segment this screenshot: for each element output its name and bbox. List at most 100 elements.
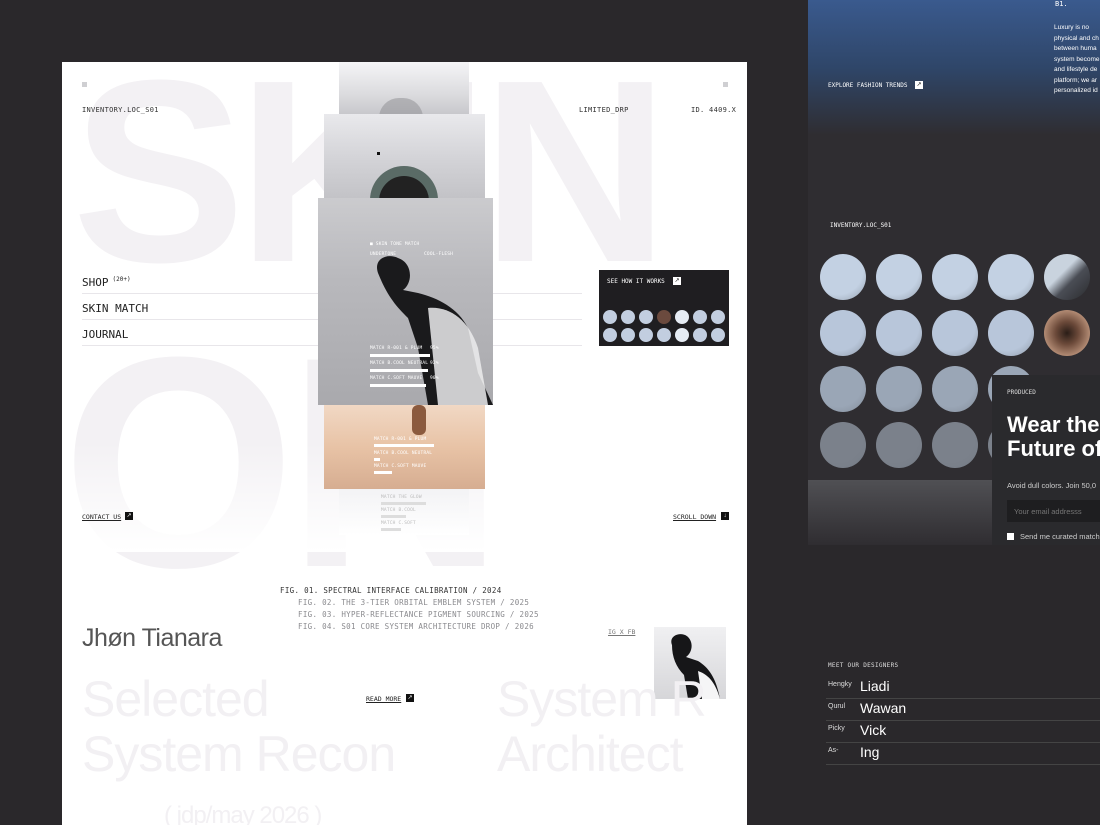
swatch-dot[interactable] (639, 310, 653, 324)
swatch-dot[interactable] (639, 328, 653, 342)
swatch-dot[interactable] (603, 328, 617, 342)
fig-01[interactable]: FIG. 01. SPECTRAL INTERFACE CALIBRATION … (280, 586, 502, 595)
swatch-circle[interactable] (876, 366, 922, 412)
designer-row[interactable]: Hengky Liadi (826, 677, 1100, 699)
read-more-link[interactable]: READ MORE (366, 695, 401, 703)
model-silhouette (377, 256, 493, 405)
author-name: Jhøn Tianara (82, 624, 222, 652)
swatch-dot[interactable] (657, 328, 671, 342)
faint-row-2-label: MATCH B.COOL (381, 508, 416, 513)
swatch-circle[interactable] (820, 422, 866, 468)
designer-first-name: Picky (828, 725, 845, 732)
swatch-circle[interactable] (1044, 254, 1090, 300)
explore-arrow-icon[interactable]: ↗ (915, 81, 923, 89)
swatch-circle[interactable] (820, 254, 866, 300)
swatch-circle[interactable] (932, 422, 978, 468)
how-it-works-card[interactable]: SEE HOW IT WORKS ↗ (599, 270, 729, 346)
signup-headline: Wear the Future of (1007, 413, 1100, 461)
main-page: SKIN ON INVENTORY.LOC_S01 LIMITED_DRP ID… (62, 62, 747, 825)
swatch-circle[interactable] (932, 366, 978, 412)
swatch-circle[interactable] (988, 310, 1034, 356)
match-row-2-pct: 92% (430, 361, 439, 366)
warm-row-3-bar (374, 471, 392, 474)
signup-subtext: Avoid dull colors. Join 50,0 (1007, 481, 1097, 490)
match-row-1-pct: 95% (430, 346, 439, 351)
photo-strip-2 (324, 114, 485, 200)
swatch-circle[interactable] (932, 310, 978, 356)
warm-row-2-bar (374, 458, 380, 461)
faint-row-3-bar (381, 528, 401, 531)
warm-row-3-label: MATCH C.SOFT MAUVE (374, 464, 427, 469)
swatch-circle[interactable] (820, 366, 866, 412)
signup-card-tag: PRODUCED (1007, 389, 1036, 396)
meta-id: ID. 4409.X (691, 106, 737, 114)
ghost-left-line-2: System Recon (82, 726, 396, 782)
arrow-icon: ↗ (673, 277, 681, 285)
scroll-down-link[interactable]: SCROLL DOWN (673, 513, 716, 521)
meta-inventory: INVENTORY.LOC_S01 (82, 106, 159, 114)
fig-03[interactable]: FIG. 03. HYPER-REFLECTANCE PIGMENT SOURC… (298, 610, 539, 619)
explore-trends-link[interactable]: EXPLORE FASHION TRENDS (828, 82, 907, 89)
meta-limited: LIMITED_DRP (579, 106, 629, 114)
social-links[interactable]: IG X FB (608, 628, 635, 636)
warm-row-1-bar (374, 444, 434, 447)
faint-row-2-bar (381, 515, 406, 518)
swatch-circle[interactable] (820, 310, 866, 356)
faint-row-3-label: MATCH C.SOFT (381, 521, 416, 526)
right-paragraph-line: between huma (1054, 45, 1097, 52)
right-paragraph-line: Luxury is no (1054, 24, 1090, 31)
swatch-dot[interactable] (657, 310, 671, 324)
swatch-dot[interactable] (621, 310, 635, 324)
swatch-circle[interactable] (876, 254, 922, 300)
match-row-2-bar (370, 369, 428, 372)
scroll-down-icon[interactable]: ↓ (721, 512, 729, 520)
nav-shop-label: SHOP (82, 276, 109, 289)
warm-row-2-label: MATCH B.COOL NEUTRAL (374, 451, 433, 456)
curated-match-label: Send me curated match (1020, 532, 1100, 541)
swatch-dot[interactable] (693, 310, 707, 324)
fig-04[interactable]: FIG. 04. S01 CORE SYSTEM ARCHITECTURE DR… (298, 622, 534, 631)
swatch-circle[interactable] (988, 254, 1034, 300)
faint-row-1-label: MATCH THE GLOW (381, 495, 422, 500)
contact-arrow-icon[interactable]: ↗ (125, 512, 133, 520)
right-paragraph-line: and lifestyle de (1054, 66, 1098, 73)
ghost-right-line-2: Architect (497, 726, 684, 782)
designer-last-name: Liadi (860, 678, 890, 694)
ghost-left-line-1: Selected (82, 671, 270, 727)
designer-last-name: Ing (860, 744, 880, 760)
swatch-dot[interactable] (711, 310, 725, 324)
designer-row[interactable]: As- Ing (826, 743, 1100, 765)
nav-shop-count: (20+) (112, 276, 131, 283)
swatch-circle[interactable] (1044, 310, 1090, 356)
swatch-circle[interactable] (876, 422, 922, 468)
faint-photo-card: MATCH THE GLOW MATCH B.COOL MATCH C.SOFT (339, 489, 469, 535)
swatch-circle[interactable] (932, 254, 978, 300)
designer-first-name: Hengky (828, 681, 852, 688)
match-row-3-pct: 90% (430, 376, 439, 381)
email-field[interactable] (1007, 500, 1100, 522)
right-paragraph-line: platform; we ar (1054, 76, 1097, 84)
right-inventory-label: INVENTORY.LOC_S01 (830, 222, 892, 229)
swatch-dot[interactable] (693, 328, 707, 342)
designer-row[interactable]: Qurul Wawan (826, 699, 1100, 721)
skin-tone-card[interactable]: ■ SKIN TONE MATCH UNDERTONE COOL-FLESH M… (318, 198, 493, 405)
swatch-dot[interactable] (675, 328, 689, 342)
contact-us-link[interactable]: CONTACT US (82, 513, 121, 521)
designers-title: MEET OUR DESIGNERS (828, 662, 899, 669)
card-header: ■ SKIN TONE MATCH (370, 242, 420, 247)
fig-02[interactable]: FIG. 02. THE 3-TIER ORBITAL EMBLEM SYSTE… (298, 598, 529, 607)
swatch-dot[interactable] (711, 328, 725, 342)
read-more-arrow-icon[interactable]: ↗ (406, 694, 414, 702)
swatch-dot[interactable] (621, 328, 635, 342)
swatch-dot[interactable] (603, 310, 617, 324)
swatch-circle[interactable] (876, 310, 922, 356)
right-paragraph-line: system become (1054, 55, 1100, 63)
designer-last-name: Wawan (860, 700, 907, 716)
designer-row[interactable]: Picky Vick (826, 721, 1100, 743)
how-it-works-label: SEE HOW IT WORKS (607, 278, 665, 285)
card-undertone-value: COOL-FLESH (424, 252, 454, 257)
designer-last-name: Vick (860, 722, 887, 738)
curated-match-checkbox[interactable] (1007, 533, 1014, 540)
match-row-2-label: MATCH B.COOL NEUTRAL (370, 361, 429, 366)
swatch-dot[interactable] (675, 310, 689, 324)
